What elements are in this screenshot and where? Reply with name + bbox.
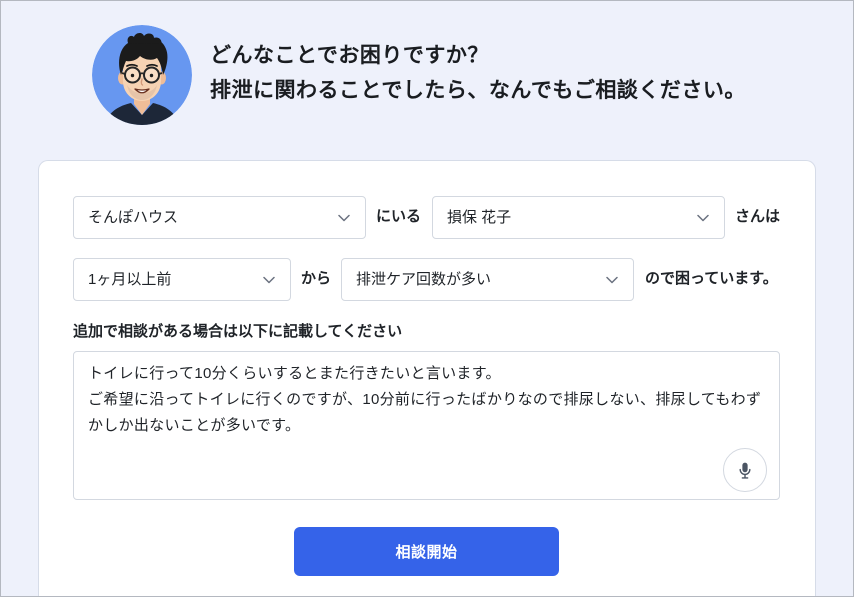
concern-select-value: 排泄ケア回数が多い: [356, 271, 492, 288]
heading-line-1: どんなことでお困りですか？: [210, 44, 489, 67]
consultation-form-card: そんぽハウス にいる 損保 花子 さんは 1ヶ月以上前 から 排泄ケア回数が多い…: [38, 160, 816, 597]
additional-notes-textarea[interactable]: トイレに行って10分くらいするとまた行きたいと言います。 ご希望に沿ってトイレに…: [73, 351, 780, 500]
person-with-glasses-avatar-icon: [92, 25, 192, 125]
additional-notes-label: 追加で相談がある場合は以下に記載してください: [73, 323, 403, 340]
chevron-down-icon: [338, 214, 350, 222]
resident-select[interactable]: 損保 花子: [432, 196, 725, 239]
chevron-down-icon: [697, 214, 709, 222]
facility-select-value: そんぽハウス: [88, 209, 179, 226]
text-after-resident: さんは: [735, 208, 781, 225]
text-after-concern: ので困っています。: [645, 270, 778, 287]
advisor-avatar: [92, 25, 192, 125]
chevron-down-icon: [606, 276, 618, 284]
heading-line-2: 排泄に関わることでしたら、なんでもご相談ください。: [210, 79, 746, 102]
page-heading: どんなことでお困りですか？ 排泄に関わることでしたら、なんでもご相談ください。: [210, 38, 746, 108]
consultation-page: どんなことでお困りですか？ 排泄に関わることでしたら、なんでもご相談ください。 …: [0, 0, 854, 597]
facility-select[interactable]: そんぽハウス: [73, 196, 366, 239]
concern-select[interactable]: 排泄ケア回数が多い: [341, 258, 634, 301]
voice-input-button[interactable]: [723, 448, 767, 492]
text-after-facility: にいる: [376, 208, 422, 225]
period-select-value: 1ヶ月以上前: [88, 271, 172, 288]
microphone-icon: [739, 462, 751, 479]
chevron-down-icon: [263, 276, 275, 284]
period-select[interactable]: 1ヶ月以上前: [73, 258, 291, 301]
text-after-period: から: [301, 270, 332, 287]
resident-select-value: 損保 花子: [447, 209, 512, 226]
start-consultation-button[interactable]: 相談開始: [294, 527, 559, 576]
